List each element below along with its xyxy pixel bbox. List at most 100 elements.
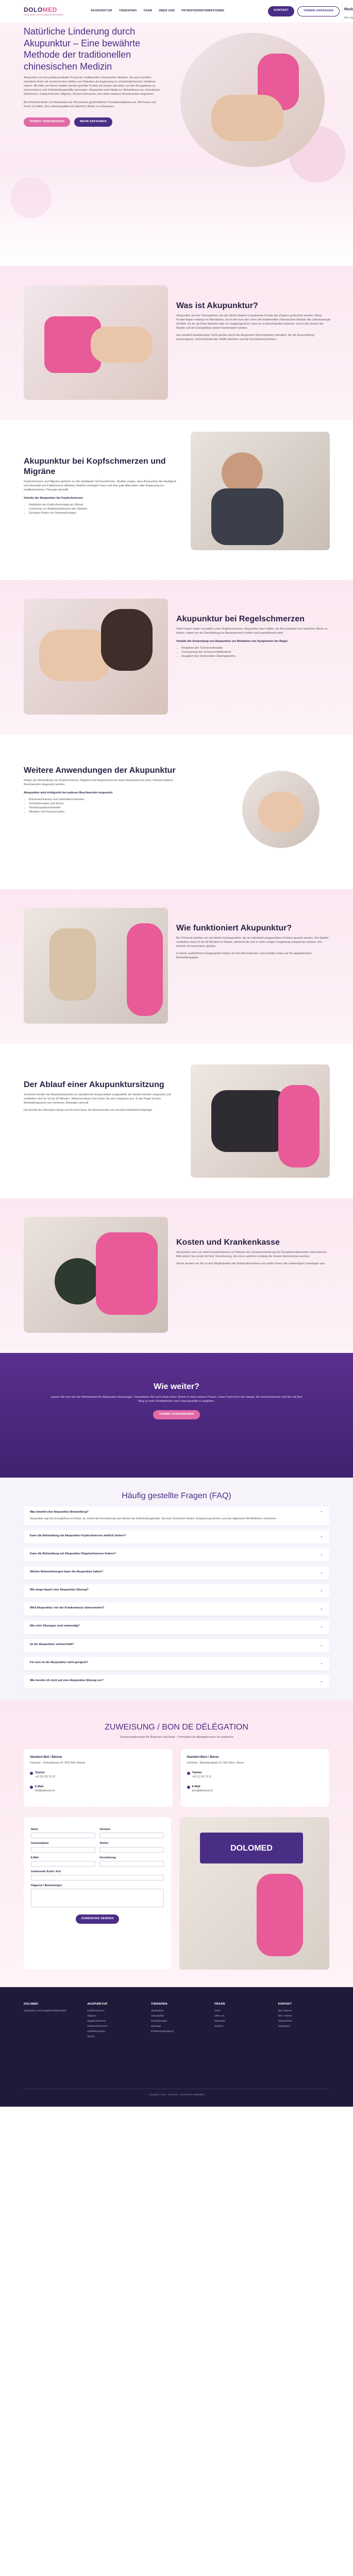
faq-question[interactable]: Welche Nebenwirkungen kann die Akupunktu… (30, 1570, 103, 1574)
section-photo (24, 1217, 168, 1333)
section-text: Akupunktur ist eine Therapieform, bei de… (176, 314, 331, 330)
footer-link[interactable]: Akupunktur und Komplementärmedizin (24, 2010, 75, 2013)
chevron-icon[interactable]: ⌄ (320, 1534, 323, 1539)
faq-question[interactable]: Wie viele Sitzungen sind notwendig? (30, 1624, 80, 1629)
section-title: Akupunktur bei Kopfschmerzen und Migräne (24, 457, 166, 476)
footer-link[interactable]: Kopfschmerzen (87, 2010, 138, 2013)
chevron-icon[interactable]: ⌃ (320, 1511, 323, 1516)
mail-link[interactable]: biel@dolomed.ch (30, 1789, 166, 1793)
logo[interactable]: DOLOMED Akupunktur und Komplementärmediz… (24, 7, 72, 16)
photo-brand-sign: DOLOMED (200, 1833, 303, 1864)
footer-link[interactable]: Migräne (87, 2015, 138, 2019)
chevron-icon[interactable]: ⌄ (320, 1624, 323, 1630)
faq-question[interactable]: Ist die Akupunktur schmerzhaft? (30, 1643, 74, 1647)
nav-item-ueber-uns[interactable]: Über uns (159, 9, 175, 13)
name-input[interactable] (31, 1833, 95, 1839)
location-card-biel: Standort Biel / Bienne Dolomed – Zentral… (24, 1749, 173, 1807)
footer-link[interactable]: Osteopathie (151, 2015, 202, 2019)
faq-item[interactable]: Wie lange dauert eine Akupunktur-Sitzung… (24, 1584, 329, 1598)
section-text: Viele Frauen leiden monatlich unter Rege… (176, 628, 328, 635)
cta-appointment-button[interactable]: Termin vereinbaren (153, 1410, 200, 1420)
faq-item[interactable]: Kann die Behandlung mit Akupunktur Regel… (24, 1548, 329, 1562)
email-input[interactable] (31, 1860, 95, 1867)
footer-link[interactable]: Physiotherapie (151, 2020, 202, 2024)
firstname-input[interactable] (99, 1833, 164, 1839)
nav-item-patienteninfo[interactable]: Patienteninformationen (181, 9, 224, 13)
section-title: Wie funktioniert Akupunktur? (176, 924, 292, 933)
faq-question[interactable]: Kann die Behandlung mit Akupunktur Regel… (30, 1552, 116, 1556)
footer-column: Akupunktur Kopfschmerzen Migräne Regelschme… (87, 2003, 138, 2039)
chevron-icon[interactable]: ⌄ (320, 1606, 323, 1612)
nav-item-therapien[interactable]: Therapien (119, 9, 137, 13)
phone-link[interactable]: +41 32 322 22 22 (30, 1775, 166, 1779)
chevron-icon[interactable]: ⌄ (320, 1643, 323, 1648)
footer-link[interactable]: Bern / Berne (278, 2015, 329, 2019)
field-label: Geburtsdatum (31, 1842, 49, 1845)
faq-item[interactable]: Kann die Behandlung mit Akupunktur Kopfs… (24, 1530, 329, 1544)
hero-appointment-button[interactable]: Termin vereinbaren (24, 117, 71, 127)
nav-item-team[interactable]: Team (143, 9, 152, 13)
section-text: Bei Dolomed arbeiten wir mit sterilen Ei… (176, 937, 329, 948)
footer-link[interactable]: Impressum (278, 2025, 329, 2029)
footer-link[interactable]: Akupunktur (151, 2010, 202, 2013)
footer-link[interactable]: Karriere (214, 2025, 265, 2029)
faq-item[interactable]: Was bewirkt eine Akupunktur-Behandlung? A… (24, 1506, 329, 1526)
section-text: Neben der Behandlung von Kopfschmerzen, … (24, 779, 174, 786)
phone-input[interactable] (99, 1846, 164, 1853)
chevron-icon[interactable]: ⌄ (320, 1552, 323, 1557)
remarks-textarea[interactable] (31, 1889, 164, 1908)
insurance-input[interactable] (99, 1860, 164, 1867)
list-item: Schlafstörungen und Stress (29, 802, 178, 806)
appointment-button[interactable]: Termin anfragen (297, 6, 340, 16)
nav-item-akupunktur[interactable]: Akupunktur (91, 9, 112, 13)
brand-name: DOLO (24, 6, 43, 13)
phone-link[interactable]: +41 31 311 11 11 (187, 1775, 324, 1779)
submit-referral-button[interactable]: Zuweisung senden (75, 1914, 120, 1924)
footer-link[interactable]: Regelschmerzen (87, 2020, 138, 2024)
location-card-bern: Standort Bern / Berne Dolomed – Bubenber… (180, 1749, 329, 1807)
chevron-icon[interactable]: ⌄ (320, 1661, 323, 1666)
hero-more-button[interactable]: Mehr erfahren (74, 117, 112, 127)
section-lead: Vorteile der Anwendung von Akupunktur zu… (176, 639, 289, 643)
chevron-icon[interactable]: ⌄ (320, 1570, 323, 1575)
footer-link[interactable]: Datenschutz (278, 2020, 329, 2024)
section-weitere-anwendungen: Weitere Anwendungen der Akupunktur Neben… (0, 735, 353, 889)
chevron-icon[interactable]: ⌄ (320, 1588, 323, 1594)
footer-link[interactable]: Schlafstörungen (87, 2030, 138, 2034)
footer-link[interactable]: Rückenschmerzen (87, 2025, 138, 2029)
faq-item[interactable]: Wird Akupunktur von der Krankenkasse übe… (24, 1602, 329, 1616)
mail-link[interactable]: bern@dolomed.ch (187, 1789, 324, 1793)
list-item: Verdauungsbeschwerden (29, 806, 178, 810)
footer-link[interactable]: Team (214, 2010, 265, 2013)
cta-text: Lassen Sie sich von der Wirksamkeit der … (51, 1396, 302, 1403)
contact-button[interactable]: Kontakt (268, 6, 294, 16)
faq-question[interactable]: Was bewirkt eine Akupunktur-Behandlung? (30, 1511, 298, 1515)
chevron-icon[interactable]: ⌄ (320, 1679, 323, 1684)
faq-question[interactable]: Wird Akupunktur von der Krankenkasse übe… (30, 1606, 104, 1611)
faq-item[interactable]: Wie viele Sitzungen sind notwendig? ⌄ (24, 1620, 329, 1634)
mail-label: E-Mail (192, 1785, 200, 1789)
faq-question[interactable]: Kann die Behandlung mit Akupunktur Kopfs… (30, 1534, 126, 1538)
footer-link[interactable]: Stress (87, 2036, 138, 2039)
section-wie-funktioniert: Wie funktioniert Akupunktur? Bei Dolomed… (0, 889, 353, 1044)
faq-section: Häufig gestellte Fragen (FAQ) Was bewirk… (0, 1478, 353, 1701)
faq-item[interactable]: Welche Nebenwirkungen kann die Akupunktu… (24, 1566, 329, 1580)
faq-item[interactable]: Für wen ist die Akupunktur nicht geeigne… (24, 1656, 329, 1670)
faq-item[interactable]: Ist die Akupunktur schmerzhaft? ⌄ (24, 1638, 329, 1652)
footer-column: Kontakt Biel / Bienne Bern / Berne Datensch… (278, 2003, 329, 2039)
faq-question[interactable]: Wie lange dauert eine Akupunktur-Sitzung… (30, 1588, 89, 1592)
hero-photo-acupuncture (180, 33, 325, 167)
faq-question[interactable]: Wie bereite ich mich auf eine Akupunktur… (30, 1679, 104, 1683)
footer-link[interactable]: Biel / Bienne (278, 2010, 329, 2013)
doctor-input[interactable] (31, 1875, 164, 1881)
copyright: Copyright © 2024 · Dolomed · Alle Rechte… (24, 2088, 329, 2097)
birthdate-input[interactable] (31, 1846, 95, 1853)
footer-link[interactable]: Über uns (214, 2015, 265, 2019)
field-label: E-Mail (31, 1856, 39, 1859)
faq-question[interactable]: Für wen ist die Akupunktur nicht geeigne… (30, 1661, 88, 1665)
footer-link[interactable]: Standorte (214, 2020, 265, 2024)
footer-link[interactable]: Massage (151, 2025, 202, 2029)
footer-link[interactable]: Ernährungsberatung (151, 2030, 202, 2034)
faq-item[interactable]: Wie bereite ich mich auf eine Akupunktur… (24, 1674, 329, 1688)
side-panel-title: Rückruf (344, 8, 353, 11)
